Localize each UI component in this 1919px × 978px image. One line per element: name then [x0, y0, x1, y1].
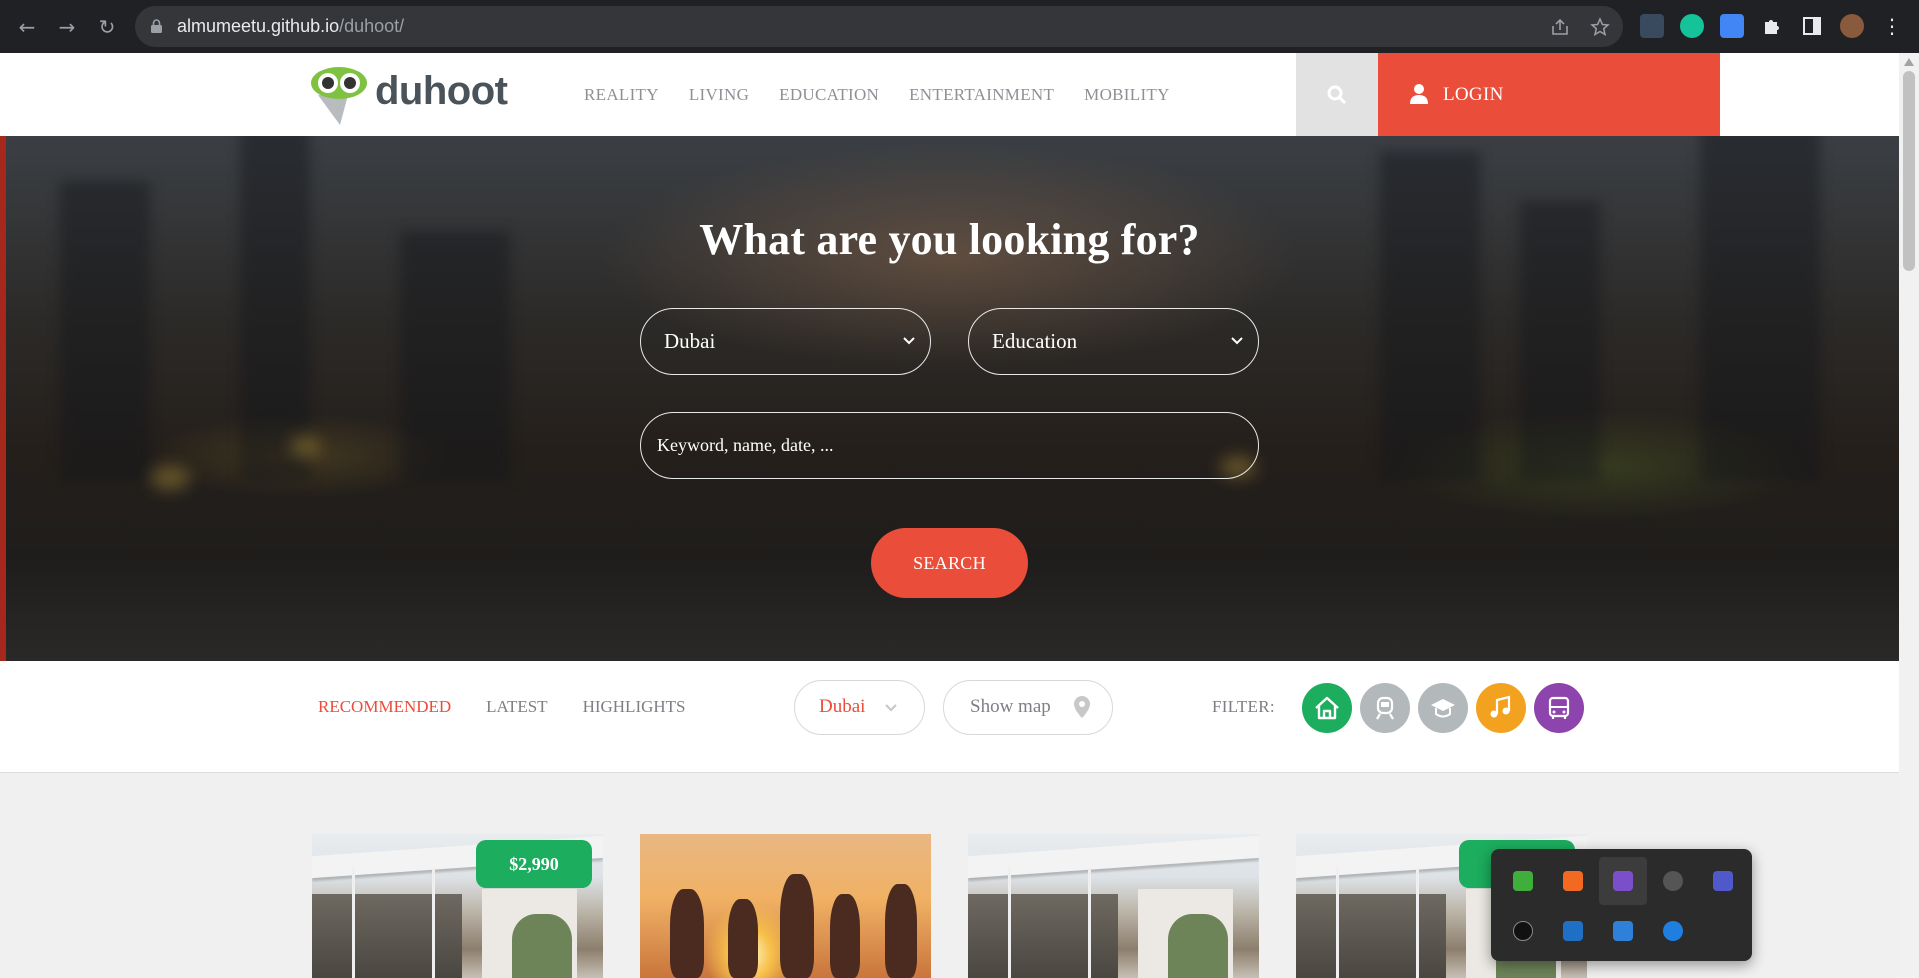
- browser-toolbar: ← → ↻ almumeetu.github.io/duhoot/ ⋮: [0, 0, 1919, 53]
- nav-living[interactable]: LIVING: [689, 85, 749, 105]
- share-icon[interactable]: [1550, 17, 1570, 37]
- filter-mobility-button[interactable]: [1534, 683, 1584, 733]
- house-photo: [968, 834, 1259, 978]
- url-path: /duhoot/: [339, 16, 405, 36]
- site-header: duhoot REALITY LIVING EDUCATION ENTERTAI…: [0, 53, 1899, 136]
- tab-highlights[interactable]: HIGHLIGHTS: [583, 697, 686, 717]
- app-icon: [1663, 871, 1683, 891]
- party-photo: [640, 834, 931, 978]
- power-icon: [1613, 921, 1633, 941]
- tray-item[interactable]: [1599, 857, 1647, 905]
- side-panel-icon[interactable]: [1800, 14, 1824, 38]
- grammarly-icon[interactable]: [1680, 14, 1704, 38]
- login-button[interactable]: LOGIN: [1378, 53, 1720, 136]
- nav-mobility[interactable]: MOBILITY: [1084, 85, 1170, 105]
- ext-dots-icon[interactable]: [1640, 14, 1664, 38]
- map-pin-icon: [1074, 696, 1090, 718]
- feather-icon: [1613, 871, 1633, 891]
- reload-icon[interactable]: ↻: [92, 12, 122, 42]
- tray-item[interactable]: [1649, 907, 1697, 955]
- logo-wordmark: duhoot: [375, 69, 508, 113]
- bus-icon: [1548, 696, 1570, 719]
- filter-living-button[interactable]: [1360, 683, 1410, 733]
- translate-icon[interactable]: [1720, 14, 1744, 38]
- location-value: Dubai: [664, 329, 716, 353]
- filter-education-button[interactable]: [1418, 683, 1468, 733]
- search-button[interactable]: SEARCH: [871, 528, 1028, 598]
- nav-education[interactable]: EDUCATION: [779, 85, 879, 105]
- show-map-label: Show map: [970, 696, 1051, 717]
- scrollbar-thumb[interactable]: [1903, 71, 1915, 271]
- security-shield-icon: [1513, 871, 1533, 891]
- tray-item[interactable]: [1499, 907, 1547, 955]
- location-select[interactable]: Dubai: [640, 308, 931, 375]
- bg-light: [290, 436, 320, 456]
- keyword-input[interactable]: Keyword, name, date, ...: [640, 412, 1259, 479]
- tab-latest[interactable]: LATEST: [486, 697, 547, 717]
- graduation-cap-icon: [1431, 699, 1455, 718]
- music-icon: [1490, 695, 1511, 718]
- address-bar[interactable]: almumeetu.github.io/duhoot/: [135, 6, 1623, 47]
- system-tray-popup: [1491, 849, 1752, 961]
- chevron-down-icon: [903, 337, 915, 345]
- chevron-down-icon: [885, 704, 897, 712]
- tray-item[interactable]: [1549, 857, 1597, 905]
- nav-entertainment[interactable]: ENTERTAINMENT: [909, 85, 1054, 105]
- bg-light: [150, 466, 190, 490]
- bg-building: [400, 231, 510, 481]
- tray-item[interactable]: [1549, 907, 1597, 955]
- search-icon: [1327, 85, 1347, 105]
- bg-building: [1700, 136, 1820, 481]
- tray-item[interactable]: [1599, 907, 1647, 955]
- filter-reality-button[interactable]: [1302, 683, 1352, 733]
- bg-building: [240, 136, 310, 481]
- header-search-button[interactable]: [1296, 53, 1378, 136]
- hero-section: What are you looking for? Dubai Educatio…: [0, 136, 1899, 661]
- bluetooth-icon: [1663, 921, 1683, 941]
- hero-title: What are you looking for?: [699, 215, 1200, 264]
- category-select[interactable]: Education: [968, 308, 1259, 375]
- lock-icon: [151, 19, 162, 33]
- tab-recommended[interactable]: RECOMMENDED: [318, 697, 451, 717]
- main-nav: REALITY LIVING EDUCATION ENTERTAINMENT M…: [584, 53, 1170, 136]
- site-logo[interactable]: duhoot: [310, 63, 510, 125]
- star-icon[interactable]: [1590, 17, 1610, 37]
- defender-warning-icon: [1563, 921, 1583, 941]
- filter-label: FILTER:: [1212, 697, 1275, 716]
- category-value: Education: [992, 329, 1078, 353]
- forward-icon[interactable]: →: [52, 12, 82, 42]
- xampp-icon: [1563, 871, 1583, 891]
- house-icon: [1315, 696, 1339, 720]
- teams-icon: [1713, 871, 1733, 891]
- app-icon: [1513, 921, 1533, 941]
- listing-card[interactable]: [968, 834, 1259, 978]
- menu-icon[interactable]: ⋮: [1880, 14, 1904, 38]
- filter-bar: RECOMMENDED LATEST HIGHLIGHTS Dubai Show…: [0, 661, 1899, 773]
- user-icon: [1410, 84, 1428, 104]
- keyword-placeholder: Keyword, name, date, ...: [657, 435, 834, 455]
- back-icon[interactable]: ←: [12, 12, 42, 42]
- price-badge: $2,990: [476, 840, 592, 888]
- tray-item[interactable]: [1699, 857, 1747, 905]
- owl-logo-icon: [311, 67, 367, 125]
- bg-building: [1380, 151, 1480, 481]
- scroll-up-icon[interactable]: [1904, 58, 1914, 66]
- login-label: LOGIN: [1443, 84, 1504, 105]
- tray-item[interactable]: [1649, 857, 1697, 905]
- profile-avatar[interactable]: [1840, 14, 1864, 38]
- nav-reality[interactable]: REALITY: [584, 85, 659, 105]
- url-host: almumeetu.github.io: [177, 16, 340, 36]
- chevron-down-icon: [1231, 337, 1243, 345]
- train-icon: [1376, 696, 1394, 720]
- show-map-button[interactable]: Show map: [943, 680, 1113, 735]
- city-value: Dubai: [819, 696, 866, 717]
- listing-card[interactable]: [640, 834, 931, 978]
- tray-item[interactable]: [1499, 857, 1547, 905]
- city-dropdown[interactable]: Dubai: [794, 680, 925, 735]
- listing-tabs: RECOMMENDED LATEST HIGHLIGHTS: [318, 661, 686, 753]
- puzzle-icon[interactable]: [1760, 14, 1784, 38]
- page-scrollbar[interactable]: [1899, 53, 1919, 978]
- filter-entertainment-button[interactable]: [1476, 683, 1526, 733]
- url-text: almumeetu.github.io/duhoot/: [177, 6, 404, 47]
